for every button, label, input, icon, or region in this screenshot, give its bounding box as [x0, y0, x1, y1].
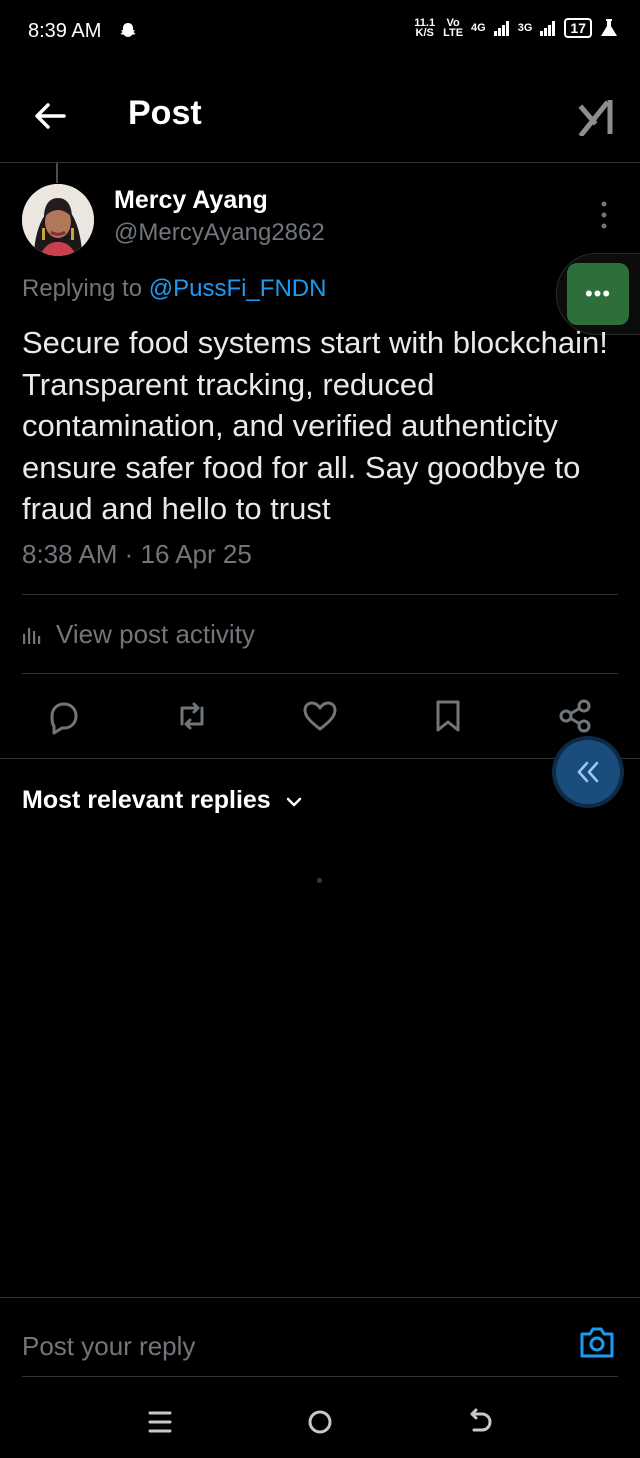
replying-to: Replying to @PussFi_FNDN	[22, 275, 326, 303]
camera-icon[interactable]	[578, 1324, 616, 1360]
share-icon[interactable]	[556, 696, 596, 736]
divider	[22, 594, 618, 595]
author-handle[interactable]: @MercyAyang2862	[114, 219, 325, 247]
divider	[0, 1297, 640, 1298]
more-options-icon[interactable]	[594, 198, 614, 232]
recent-apps-icon[interactable]	[142, 1404, 178, 1440]
back-button[interactable]	[30, 96, 70, 136]
reply-input[interactable]	[22, 1326, 542, 1366]
volte-bottom: LTE	[443, 27, 464, 39]
net-speed-unit: K/S	[415, 27, 434, 39]
divider	[22, 1376, 618, 1377]
avatar-image	[22, 184, 94, 256]
replying-prefix: Replying to	[22, 275, 149, 302]
page-title: Post	[128, 94, 202, 132]
author-name[interactable]: Mercy Ayang	[114, 186, 268, 215]
post-timestamp: 8:38 AM · 16 Apr 25	[22, 539, 252, 569]
net-speed: 11.1 K/S	[414, 18, 435, 39]
home-icon[interactable]	[302, 1404, 338, 1440]
bookmark-icon[interactable]	[428, 696, 468, 736]
like-icon[interactable]	[300, 696, 340, 736]
repost-icon[interactable]	[172, 696, 212, 736]
thread-line	[56, 163, 58, 183]
snapchat-notification-icon	[120, 23, 136, 37]
replies-sort-selector[interactable]: Most relevant replies	[22, 786, 271, 815]
network-4g-label: 4G	[471, 22, 486, 34]
signal-icon-2	[540, 21, 556, 36]
divider	[0, 758, 640, 759]
post-text: Secure food systems start with blockchai…	[22, 325, 608, 526]
view-post-activity-link[interactable]: View post activity	[56, 619, 255, 650]
status-time: 8:39 AM	[28, 20, 102, 42]
chevron-down-icon[interactable]	[284, 792, 304, 812]
floating-more-button[interactable]: •••	[567, 263, 629, 325]
avatar[interactable]	[22, 184, 94, 256]
divider	[22, 673, 618, 674]
double-chevron-left-icon	[577, 761, 599, 783]
activity-icon	[23, 628, 41, 644]
loading-indicator	[317, 878, 322, 883]
back-nav-icon[interactable]	[462, 1404, 498, 1440]
replying-to-link[interactable]: @PussFi_FNDN	[149, 275, 327, 302]
signal-icon	[493, 21, 509, 36]
scroll-to-top-button[interactable]	[556, 740, 620, 804]
network-3g-label: 3G	[517, 22, 533, 34]
battery-indicator: 17	[564, 18, 592, 38]
header-divider	[0, 162, 640, 163]
grok-icon[interactable]	[578, 98, 618, 136]
flask-icon	[601, 19, 617, 36]
reply-icon[interactable]	[44, 696, 84, 736]
status-indicators: 11.1 K/S Vo LTE 4G 3G 17	[414, 18, 618, 39]
volte-indicator: Vo LTE	[443, 18, 464, 39]
